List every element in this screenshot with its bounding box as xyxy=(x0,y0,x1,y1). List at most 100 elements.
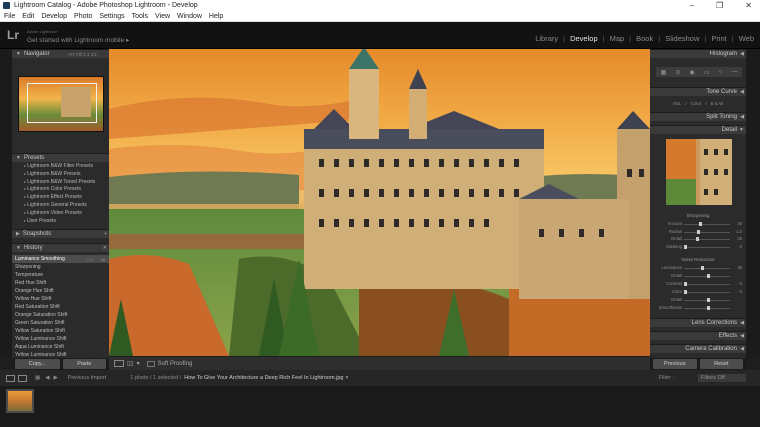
soft-proofing-checkbox[interactable] xyxy=(146,360,155,367)
history-step[interactable]: Orange Saturation Shift · · xyxy=(12,311,109,319)
slider-knob[interactable] xyxy=(684,282,687,286)
left-panel-edge[interactable] xyxy=(0,49,12,358)
slider-knob[interactable] xyxy=(707,298,710,302)
module-develop[interactable]: Develop xyxy=(570,34,598,43)
history-step[interactable]: Green Saturation Shift · · xyxy=(12,319,109,327)
navigator-zoom-options[interactable]: FIT Fill 1:1 3:1 xyxy=(68,52,97,57)
lightroom-mobile-link[interactable]: Get started with Lightroom mobile ▸ xyxy=(27,36,129,44)
back-arrow-icon[interactable]: ◀ xyxy=(45,375,49,381)
slider-row[interactable]: Detail xyxy=(654,273,742,279)
menu-help[interactable]: Help xyxy=(209,13,223,20)
split-toning-header[interactable]: Split Toning ◀ xyxy=(650,112,746,121)
slider-value[interactable]: 0 xyxy=(740,244,742,249)
history-step[interactable]: Red Hue Shift · · xyxy=(12,279,109,287)
menu-tools[interactable]: Tools xyxy=(132,13,148,20)
menu-file[interactable]: File xyxy=(4,13,15,20)
slider-value[interactable]: 0 xyxy=(740,289,742,294)
slider-row[interactable]: Detail xyxy=(654,297,742,303)
menu-window[interactable]: Window xyxy=(177,13,202,20)
tab-hsl[interactable]: HSL xyxy=(673,101,682,106)
slider-value[interactable]: 1.0 xyxy=(736,229,742,234)
histogram-header[interactable]: Histogram ◀ xyxy=(650,49,746,58)
module-map[interactable]: Map xyxy=(610,34,625,43)
slider-value[interactable]: 38 xyxy=(737,265,742,270)
slider-track[interactable] xyxy=(684,292,730,293)
preset-folder[interactable]: Lightroom B&W Presets xyxy=(20,171,106,179)
slider-knob[interactable] xyxy=(684,290,687,294)
detail-header[interactable]: Detail ▼ xyxy=(650,125,746,134)
history-step[interactable]: Temperature · · xyxy=(12,271,109,279)
second-window-icon[interactable] xyxy=(18,374,27,382)
module-slideshow[interactable]: Slideshow xyxy=(665,34,699,43)
close-button[interactable]: ✕ xyxy=(745,1,752,10)
slider-knob[interactable] xyxy=(684,244,687,249)
preset-folder[interactable]: User Presets xyxy=(20,218,106,226)
preset-folder[interactable]: Lightroom B&W Toned Presets xyxy=(20,179,106,187)
module-library[interactable]: Library xyxy=(535,34,558,43)
slider-knob[interactable] xyxy=(701,266,705,270)
lens-corrections-header[interactable]: Lens Corrections ◀ xyxy=(650,318,746,327)
radial-filter-icon[interactable]: ○ xyxy=(719,69,723,75)
preset-folder[interactable]: Lightroom General Presets xyxy=(20,202,106,210)
before-after-dropdown-icon[interactable]: ▾ xyxy=(137,360,140,367)
minimize-button[interactable]: – xyxy=(690,1,694,10)
slider-value[interactable]: 25 xyxy=(737,236,742,241)
tone-curve-header[interactable]: Tone Curve ◀ xyxy=(650,87,746,96)
maximize-button[interactable]: ❐ xyxy=(716,1,723,10)
slider-row[interactable]: Detail 25 xyxy=(654,236,742,242)
main-photo[interactable] xyxy=(109,49,650,356)
menu-edit[interactable]: Edit xyxy=(22,13,34,20)
navigator-view-rectangle[interactable] xyxy=(27,83,97,123)
detail-preview[interactable] xyxy=(666,139,732,205)
effects-header[interactable]: Effects ◀ xyxy=(650,331,746,340)
before-after-icon[interactable]: ▯▯ xyxy=(127,360,134,367)
filmstrip-thumbnail[interactable] xyxy=(6,389,34,413)
slider-row[interactable]: Smoothness xyxy=(654,305,742,311)
history-step[interactable]: Luminance Smoothing +38 38 xyxy=(12,255,109,263)
slider-row[interactable]: Luminance 38 xyxy=(654,265,742,271)
slider-row[interactable]: Radius 1.0 xyxy=(654,229,742,235)
history-step[interactable]: Yellow Hue Shift · · xyxy=(12,295,109,303)
main-window-icon[interactable] xyxy=(6,374,15,382)
history-step[interactable]: Sharpening · · xyxy=(12,263,109,271)
slider-track[interactable] xyxy=(684,268,730,269)
slider-knob[interactable] xyxy=(707,306,710,310)
slider-track[interactable] xyxy=(684,246,730,248)
copy-button[interactable]: Copy... xyxy=(15,359,60,369)
preset-folder[interactable]: Lightroom Color Presets xyxy=(20,186,106,194)
slider-knob[interactable] xyxy=(695,237,699,241)
history-step[interactable]: Aqua Luminance Shift · · xyxy=(12,343,109,351)
menu-view[interactable]: View xyxy=(155,13,170,20)
menu-photo[interactable]: Photo xyxy=(74,13,92,20)
spot-removal-icon[interactable]: ⊙ xyxy=(675,69,680,76)
graduated-filter-icon[interactable]: ▭ xyxy=(704,69,710,76)
menu-develop[interactable]: Develop xyxy=(41,13,67,20)
history-step[interactable]: Yellow Luminance Shift · · xyxy=(12,335,109,343)
filmstrip-source[interactable]: Previous Import xyxy=(68,375,107,381)
history-step[interactable]: Orange Hue Shift · · xyxy=(12,287,109,295)
navigator-preview[interactable] xyxy=(18,76,104,132)
slider-knob[interactable] xyxy=(698,222,702,226)
navigator-header[interactable]: ▼ Navigator FIT Fill 1:1 3:1 xyxy=(12,49,109,58)
module-web[interactable]: Web xyxy=(739,34,754,43)
adjustment-brush-icon[interactable]: — xyxy=(731,69,737,75)
tab-bw[interactable]: B & W xyxy=(711,101,724,106)
history-header[interactable]: ▼ History ✕ xyxy=(12,243,109,252)
slider-knob[interactable] xyxy=(707,274,710,278)
reset-button[interactable]: Reset xyxy=(699,359,743,369)
slider-track[interactable] xyxy=(684,231,730,233)
preset-folder[interactable]: Lightroom Effect Presets xyxy=(20,194,106,202)
menu-settings[interactable]: Settings xyxy=(99,13,124,20)
slider-row[interactable]: Contrast 0 xyxy=(654,281,742,287)
red-eye-icon[interactable]: ◉ xyxy=(690,69,695,76)
grid-view-icon[interactable]: ▦ xyxy=(35,375,40,381)
module-print[interactable]: Print xyxy=(711,34,726,43)
clear-history-icon[interactable]: ✕ xyxy=(103,245,107,251)
history-step[interactable]: Yellow Saturation Shift · · xyxy=(12,327,109,335)
slider-row[interactable]: Amount 40 xyxy=(654,221,742,227)
presets-header[interactable]: ▼ Presets xyxy=(12,153,109,162)
tab-color[interactable]: Color xyxy=(691,101,702,106)
crop-tool-icon[interactable]: ▦ xyxy=(661,69,667,76)
right-panel-edge[interactable] xyxy=(746,49,760,358)
slider-knob[interactable] xyxy=(696,229,700,234)
